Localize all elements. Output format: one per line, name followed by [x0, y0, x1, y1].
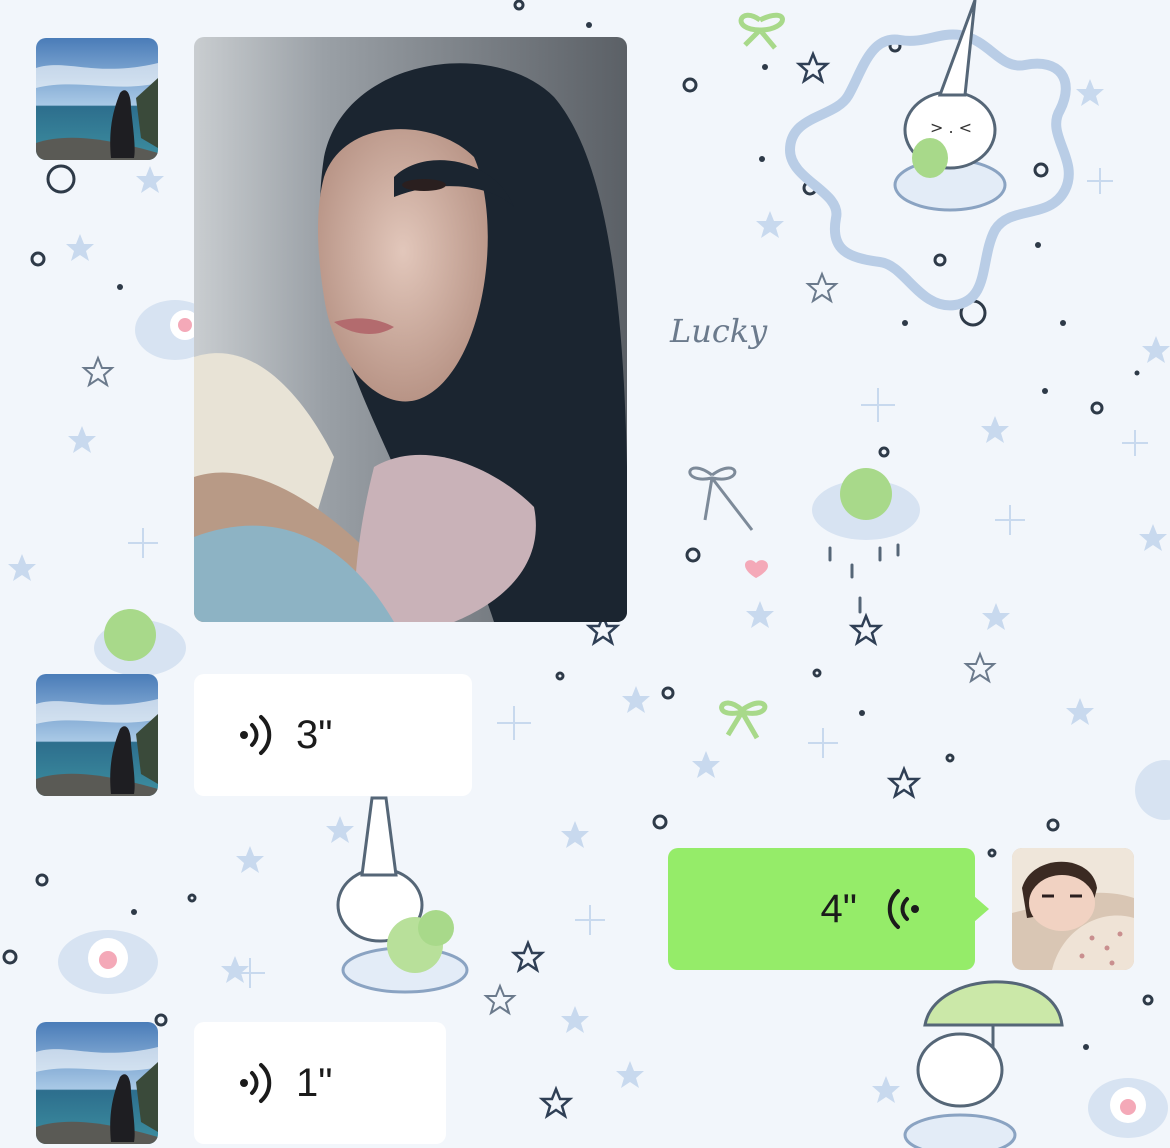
sea-photo-avatar-image: [36, 38, 158, 160]
contact-avatar[interactable]: [36, 38, 158, 160]
voice-duration: 1": [296, 1060, 333, 1105]
voice-wave-icon: [887, 889, 919, 929]
wallpaper-lucky-text: Lucky: [669, 312, 768, 350]
received-photo-message[interactable]: [194, 37, 627, 622]
umbrella-cat-sticker: [903, 980, 1064, 1148]
voice-duration: 3": [296, 712, 333, 757]
voice-wave-icon: [240, 715, 272, 755]
sea-photo-avatar-image: [36, 1022, 158, 1144]
voice-message-outgoing[interactable]: 4": [668, 848, 989, 970]
voice-message-incoming[interactable]: 3": [194, 674, 472, 796]
voice-duration: 4": [820, 886, 857, 931]
voice-message-incoming[interactable]: 1": [194, 1022, 446, 1144]
portrait-photo-image: [194, 37, 627, 622]
contact-avatar[interactable]: [36, 674, 158, 796]
child-photo-avatar-image: [1012, 848, 1134, 970]
contact-avatar[interactable]: [36, 1022, 158, 1144]
sea-photo-avatar-image: [36, 674, 158, 796]
voice-wave-icon: [240, 1063, 272, 1103]
my-avatar[interactable]: [1012, 848, 1134, 970]
svg-text:> . <: > . <: [930, 118, 972, 137]
bow-decoration: [719, 12, 785, 740]
cat-sticker-bottom: [336, 796, 469, 994]
